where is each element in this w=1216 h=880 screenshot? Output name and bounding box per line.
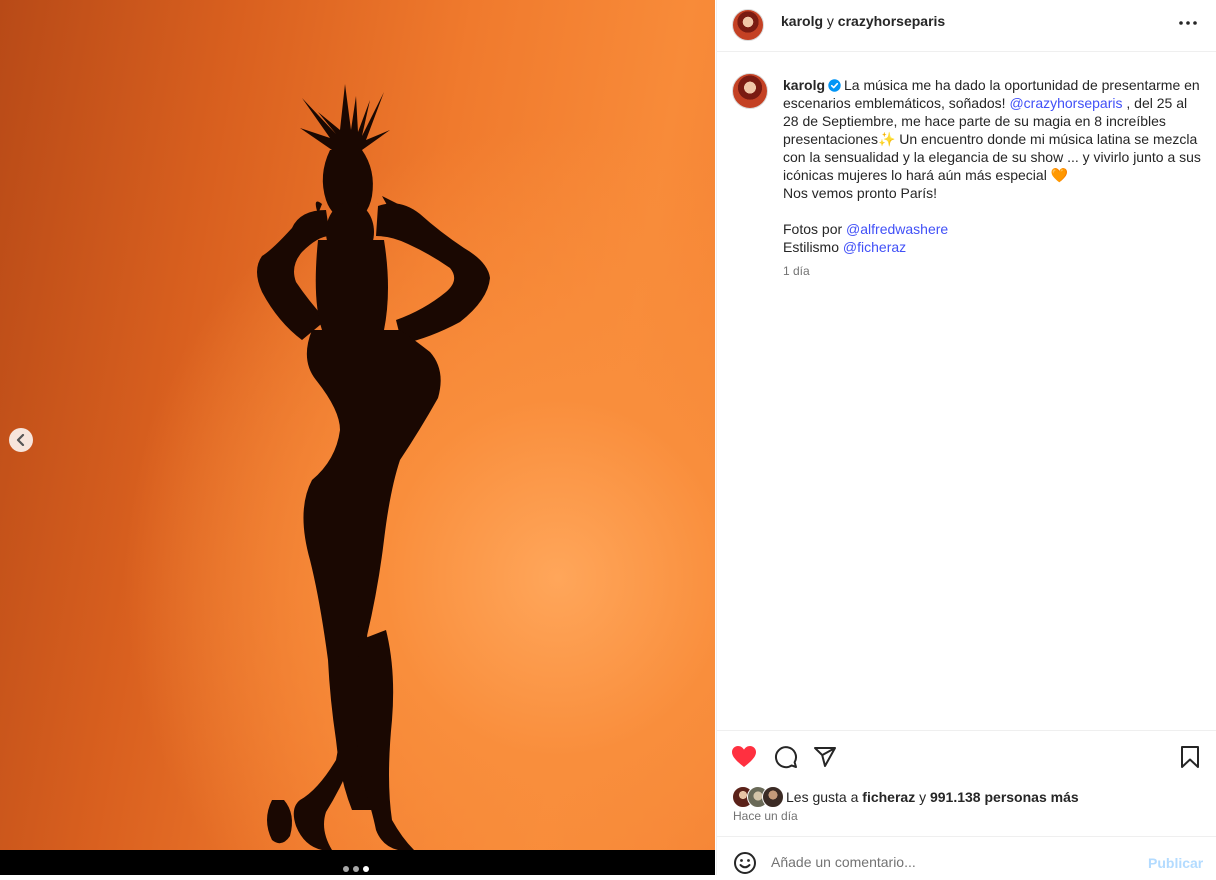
author-link[interactable]: karolg bbox=[781, 13, 823, 29]
instagram-post-view: karolg y crazyhorseparis karolg La música… bbox=[0, 0, 1216, 875]
mention-link[interactable]: @crazyhorseparis bbox=[1009, 95, 1122, 111]
carousel-indicator bbox=[343, 866, 369, 872]
previous-slide-button[interactable] bbox=[9, 428, 33, 452]
liker-username[interactable]: ficheraz bbox=[862, 789, 915, 805]
bookmark-icon bbox=[1181, 746, 1199, 768]
caption-text: escenarios emblemáticos, soñados! bbox=[783, 95, 1006, 111]
more-options-button[interactable] bbox=[1176, 11, 1200, 35]
caption-text: presentaciones✨ Un encuentro donde mi mú… bbox=[783, 131, 1198, 147]
avatar[interactable] bbox=[732, 9, 764, 41]
emoji-icon bbox=[734, 852, 756, 874]
carousel-dot bbox=[353, 866, 359, 872]
post-media bbox=[0, 0, 715, 850]
photo-credit-label: Fotos por bbox=[783, 221, 843, 237]
post-authors: karolg y crazyhorseparis bbox=[781, 13, 945, 29]
caption-text: con la sensualidad y la elegancia de su … bbox=[783, 149, 1201, 165]
caption-text: La música me ha dado la oportunidad de p… bbox=[844, 77, 1200, 93]
share-icon bbox=[814, 747, 836, 767]
post-details-panel: karolg y crazyhorseparis karolg La música… bbox=[716, 0, 1216, 875]
comment-input[interactable] bbox=[771, 851, 1131, 873]
mention-link[interactable]: @alfredwashere bbox=[846, 221, 948, 237]
likes-summary: Les gusta a ficheraz y 991.138 personas … bbox=[732, 786, 1079, 808]
publish-button[interactable]: Publicar bbox=[1148, 855, 1203, 871]
caption-timestamp[interactable]: 1 día bbox=[783, 264, 810, 278]
avatar bbox=[762, 786, 784, 808]
post-header: karolg y crazyhorseparis bbox=[717, 0, 1216, 52]
styling-credit: Estilismo @ficheraz bbox=[783, 238, 1203, 256]
chevron-left-icon bbox=[16, 434, 25, 446]
save-button[interactable] bbox=[1176, 743, 1204, 771]
post-actions: Les gusta a ficheraz y 991.138 personas … bbox=[717, 730, 1216, 836]
mention-link[interactable]: @ficheraz bbox=[843, 239, 906, 255]
comment-composer: Publicar bbox=[717, 836, 1216, 876]
comment-button[interactable] bbox=[772, 743, 800, 771]
photo-credit: Fotos por @alfredwashere bbox=[783, 220, 1203, 238]
likes-connector: y bbox=[919, 789, 927, 805]
like-button[interactable] bbox=[730, 743, 758, 771]
likes-prefix: Les gusta a bbox=[786, 789, 859, 805]
share-button[interactable] bbox=[811, 743, 839, 771]
comment-icon bbox=[775, 746, 797, 769]
styling-credit-label: Estilismo bbox=[783, 239, 840, 255]
silhouette-photo bbox=[257, 84, 490, 850]
post-timestamp[interactable]: Hace un día bbox=[733, 809, 798, 823]
caption-text: icónicas mujeres lo hará aún más especia… bbox=[783, 167, 1069, 183]
collaborator-link[interactable]: crazyhorseparis bbox=[838, 13, 945, 29]
emoji-button[interactable] bbox=[733, 851, 757, 875]
more-icon bbox=[1179, 21, 1197, 25]
likes-count[interactable]: 991.138 personas más bbox=[930, 789, 1079, 805]
carousel-dot bbox=[343, 866, 349, 872]
caption-username[interactable]: karolg bbox=[783, 77, 825, 93]
verified-badge-icon bbox=[828, 79, 841, 92]
liker-avatars[interactable] bbox=[732, 786, 784, 808]
likes-text: Les gusta a ficheraz y 991.138 personas … bbox=[786, 789, 1079, 805]
heart-icon bbox=[732, 746, 756, 767]
carousel-dot-active bbox=[363, 866, 369, 872]
caption-text: de Septiembre, me hace parte de su magia… bbox=[802, 113, 1166, 129]
authors-connector: y bbox=[826, 13, 834, 29]
post-caption: karolg La música me ha dado la oportunida… bbox=[783, 76, 1203, 256]
caption-section: karolg La música me ha dado la oportunida… bbox=[717, 52, 1216, 729]
caption-avatar[interactable] bbox=[732, 73, 768, 109]
caption-text: Nos vemos pronto París! bbox=[783, 185, 938, 201]
